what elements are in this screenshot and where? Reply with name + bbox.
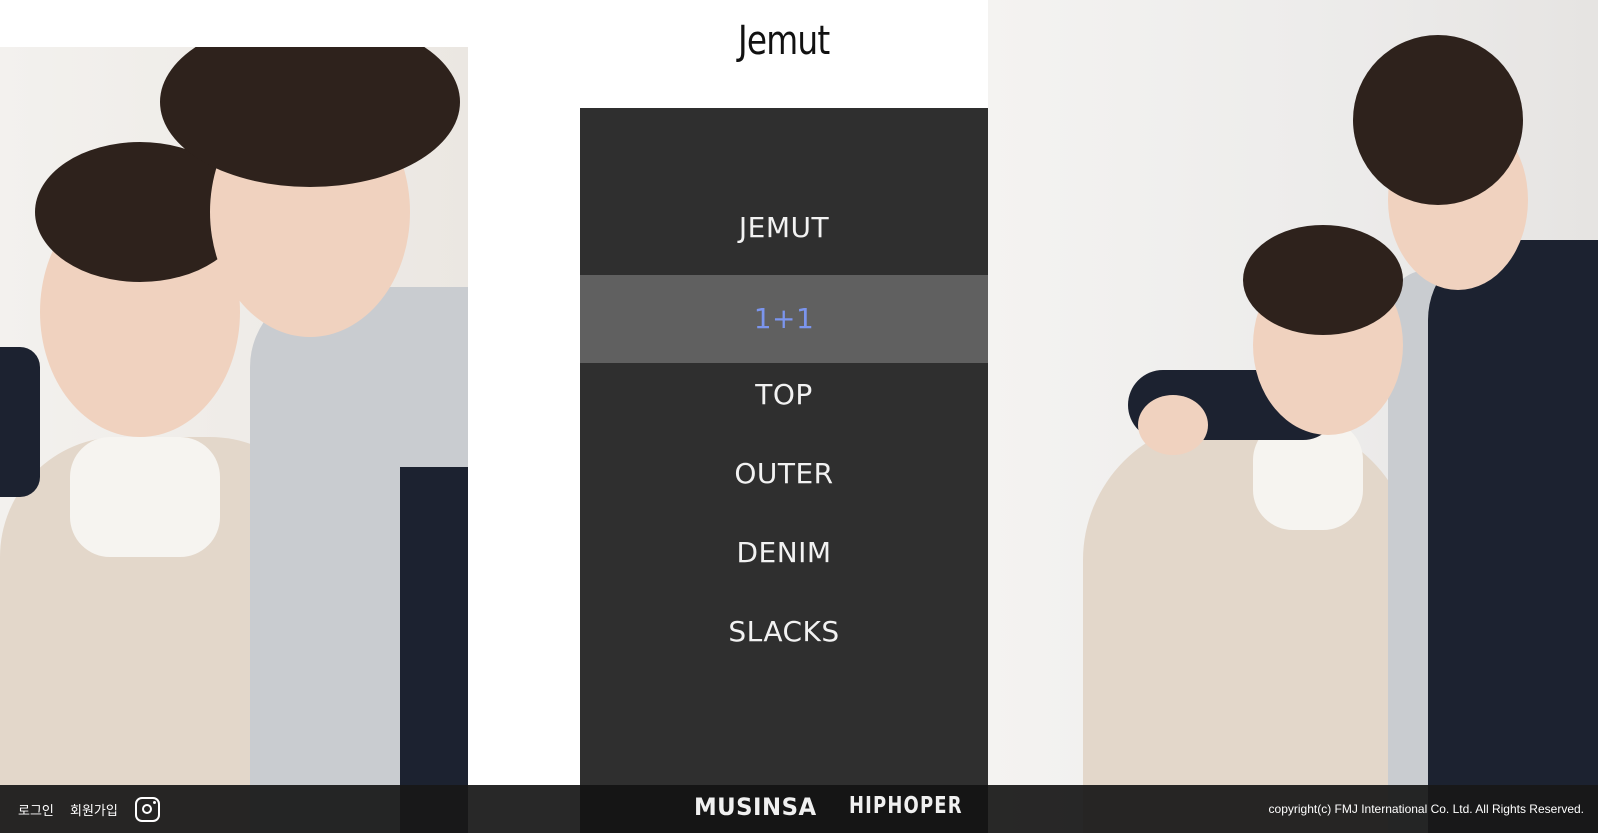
right-model-photo — [988, 0, 1598, 833]
center-column: Jemut JEMUT 1+1 TOP OUTER DENIM SLACKS — [580, 0, 988, 833]
menu-item-slacks[interactable]: SLACKS — [580, 612, 988, 652]
copyright-text: copyright(c) FMJ International Co. Ltd. … — [1268, 802, 1584, 816]
login-link[interactable]: 로그인 — [18, 800, 54, 819]
menu-item-outer[interactable]: OUTER — [580, 454, 988, 494]
logo[interactable]: Jemut — [738, 18, 830, 64]
menu-item-1plus1[interactable]: 1+1 — [580, 275, 988, 363]
left-model-photo — [0, 47, 468, 833]
signup-link[interactable]: 회원가입 — [70, 800, 118, 819]
menu-item-top[interactable]: TOP — [580, 375, 988, 415]
menu-item-denim[interactable]: DENIM — [580, 533, 988, 573]
main-menu: JEMUT 1+1 TOP OUTER DENIM SLACKS — [580, 108, 988, 785]
hiphoper-logo-link[interactable]: HIPHOPER — [849, 793, 963, 819]
menu-item-jemut[interactable]: JEMUT — [580, 208, 988, 248]
logo-area: Jemut — [580, 0, 988, 108]
instagram-icon[interactable] — [135, 797, 160, 822]
musinsa-logo-link[interactable]: MUSINSA — [694, 793, 817, 821]
